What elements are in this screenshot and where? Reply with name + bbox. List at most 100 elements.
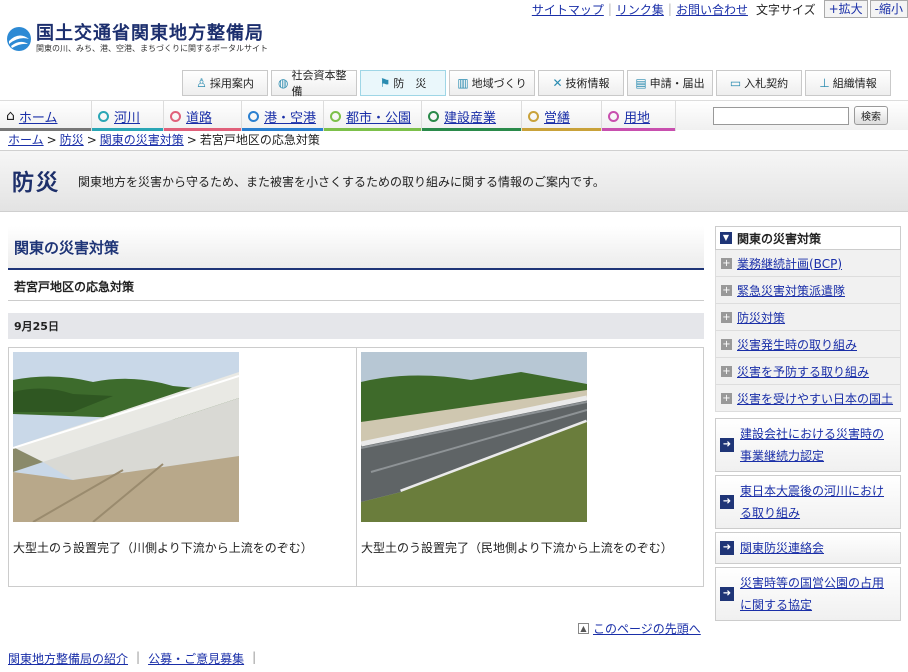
tools-icon: ✕ — [552, 76, 563, 90]
briefcase-icon: ▭ — [729, 76, 742, 90]
mainnav-label: 港・空港 — [264, 110, 317, 126]
mlit-logo-icon — [7, 27, 31, 51]
main-nav: ⌂ ホーム 河川 道路 港・空港 都市・公園 建設産業 営繕 用地 検索 — [0, 100, 908, 131]
nav-color-bar — [422, 128, 521, 131]
nav-disaster[interactable]: ⚑ 防 災 — [360, 70, 446, 96]
links-link[interactable]: リンク集 — [616, 1, 664, 18]
utility-bar: サイトマップ | リンク集 | お問い合わせ 文字サイズ +拡大 -縮小 — [532, 0, 908, 18]
footer-opinion-link[interactable]: 公募・ご意見募集 — [148, 650, 244, 667]
sidebar-box-line: る取り組み — [740, 506, 801, 520]
photo-table: 大型土のう設置完了（川側より下流から上流をのぞむ） 大型土のう設置完了（民地側よ… — [8, 347, 704, 587]
search-button[interactable]: 検索 — [854, 106, 888, 125]
footer-links: 関東地方整備局の紹介 | 公募・ご意見募集 | — [8, 650, 264, 667]
circle-icon — [428, 110, 439, 122]
sidebar-item-prevention[interactable]: + 災害を予防する取り組み — [715, 358, 901, 385]
sidebar-item-response[interactable]: + 災害発生時の取り組み — [715, 331, 901, 358]
divider: | — [252, 650, 257, 664]
mainnav-land[interactable]: 用地 — [602, 101, 676, 131]
sidebar-item-tec-force[interactable]: + 緊急災害対策派遣隊 — [715, 277, 901, 304]
nav-label: 地域づくり — [471, 77, 527, 90]
sidebar-item-label: 災害を予防する取り組み — [737, 364, 870, 379]
nav-recruit[interactable]: ♙ 採用案内 — [182, 70, 268, 96]
arrow-right-icon: ➜ — [720, 495, 734, 509]
nav-applications[interactable]: ▤ 申請・届出 — [627, 70, 713, 96]
sidebar-item-land[interactable]: + 災害を受けやすい日本の国土 — [715, 385, 901, 412]
circle-icon — [528, 110, 539, 122]
mainnav-label: 都市・公園 — [346, 110, 412, 126]
sidebar-box-council[interactable]: ➜ 関東防災連絡会 — [715, 532, 901, 564]
shrink-font-button[interactable]: -縮小 — [869, 0, 908, 18]
nav-technology[interactable]: ✕ 技術情報 — [538, 70, 624, 96]
mainnav-construction[interactable]: 建設産業 — [422, 101, 522, 131]
sidebar-item-label: 業務継続計画(BCP) — [737, 256, 843, 271]
mainnav-port[interactable]: 港・空港 — [242, 101, 324, 131]
mainnav-river[interactable]: 河川 — [92, 101, 164, 131]
plus-icon: + — [721, 257, 732, 269]
sidebar-item-measures[interactable]: + 防災対策 — [715, 304, 901, 331]
section-title: 防災 — [12, 171, 61, 196]
breadcrumb-sep: > — [86, 133, 97, 147]
nav-bidding[interactable]: ▭ 入札契約 — [716, 70, 802, 96]
section-description: 関東地方を災害から守るため、また被害を小さくするための取り組みに関する情報のご案… — [78, 174, 605, 189]
page-top-link[interactable]: ▲ このページの先頭へ — [578, 620, 701, 637]
sidebar-item-bcp[interactable]: + 業務継続計画(BCP) — [715, 250, 901, 277]
building-icon: ▥ — [457, 76, 469, 90]
site-search: 検索 — [713, 101, 908, 130]
contact-link[interactable]: お問い合わせ — [676, 1, 748, 18]
logo-subtitle: 関東の川、みち、港、空港、まちづくりに関するポータルサイト — [36, 44, 268, 53]
photo-caption: 大型土のう設置完了（川側より下流から上流をのぞむ） — [13, 541, 313, 555]
breadcrumb-sep: > — [46, 133, 57, 147]
divider: | — [136, 650, 141, 664]
divider: | — [667, 2, 672, 16]
main-content: 関東の災害対策 若宮戸地区の応急対策 9月25日 大型土のう設置完了（川側より下… — [8, 226, 704, 587]
search-input[interactable] — [713, 106, 849, 125]
mainnav-road[interactable]: 道路 — [164, 101, 242, 131]
site-logo[interactable]: 国土交通省関東地方整備局 関東の川、みち、港、空港、まちづくりに関するポータルサ… — [6, 24, 268, 54]
sidebar-box-bcp-cert[interactable]: ➜ 建設会社における災害時の 事業継続力認定 — [715, 418, 901, 472]
plus-icon: + — [721, 392, 732, 404]
sidebar-header: ▼ 関東の災害対策 — [715, 226, 901, 250]
nav-infrastructure[interactable]: ◍ 社会資本整備 — [271, 69, 357, 98]
sidebar-box-river[interactable]: ➜ 東日本大震後の河川におけ る取り組み — [715, 475, 901, 529]
nav-regional[interactable]: ▥ 地域づくり — [449, 70, 535, 96]
up-arrow-icon: ▲ — [578, 623, 589, 634]
nav-label: 採用案内 — [209, 77, 254, 90]
sidebar-box-label: 建設会社における災害時の 事業継続力認定 — [740, 423, 884, 467]
page-heading-box: 関東の災害対策 — [8, 226, 704, 270]
font-size-label: 文字サイズ — [755, 2, 816, 17]
breadcrumb-disaster[interactable]: 防災 — [60, 133, 84, 147]
breadcrumb-sep: > — [186, 133, 197, 147]
mainnav-label: 道路 — [186, 110, 213, 126]
mainnav-repair[interactable]: 営繕 — [522, 101, 602, 131]
footer-about-link[interactable]: 関東地方整備局の紹介 — [8, 650, 128, 667]
circle-icon — [330, 110, 341, 122]
section-banner: 防災 関東地方を災害から守るため、また被害を小さくするための取り組みに関する情報… — [0, 150, 908, 212]
date-heading: 9月25日 — [8, 313, 704, 339]
sidebar-box-line: 事業継続力認定 — [740, 449, 825, 463]
mainnav-city[interactable]: 都市・公園 — [324, 101, 422, 131]
levee-photo-land-side[interactable] — [360, 352, 588, 522]
sidebar-box-park[interactable]: ➜ 災害時等の国営公園の占用 に関する協定 — [715, 567, 901, 621]
sitemap-link[interactable]: サイトマップ — [532, 1, 604, 18]
nav-organization[interactable]: ⊥ 組織情報 — [805, 70, 891, 96]
mainnav-label: 用地 — [624, 110, 651, 126]
person-icon: ♙ — [196, 76, 207, 90]
levee-photo-river-side[interactable] — [12, 352, 240, 523]
sidebar-item-label: 防災対策 — [737, 310, 786, 325]
sidebar-box-label: 東日本大震後の河川におけ る取り組み — [740, 480, 884, 524]
page-top-label: このページの先頭へ — [593, 622, 701, 636]
photo-cell: 大型土のう設置完了（民地側より下流から上流をのぞむ） — [356, 348, 703, 586]
sidebar-box-line: 東日本大震後の河川におけ — [740, 484, 885, 498]
breadcrumb-home[interactable]: ホーム — [8, 133, 44, 147]
sidebar-box-line: に関する協定 — [740, 598, 813, 612]
arrow-right-icon: ➜ — [720, 587, 734, 601]
nav-color-bar — [324, 128, 421, 131]
running-person-icon: ⚑ — [379, 76, 391, 90]
sidebar-item-label: 災害発生時の取り組み — [737, 337, 858, 352]
sidebar-box-line: 災害時等の国営公園の占用 — [740, 576, 885, 590]
plus-icon: + — [721, 311, 732, 323]
mainnav-home[interactable]: ⌂ ホーム — [0, 101, 92, 131]
breadcrumb-kanto[interactable]: 関東の災害対策 — [100, 133, 184, 147]
nav-label: 申請・届出 — [649, 77, 705, 90]
enlarge-font-button[interactable]: +拡大 — [823, 0, 868, 18]
